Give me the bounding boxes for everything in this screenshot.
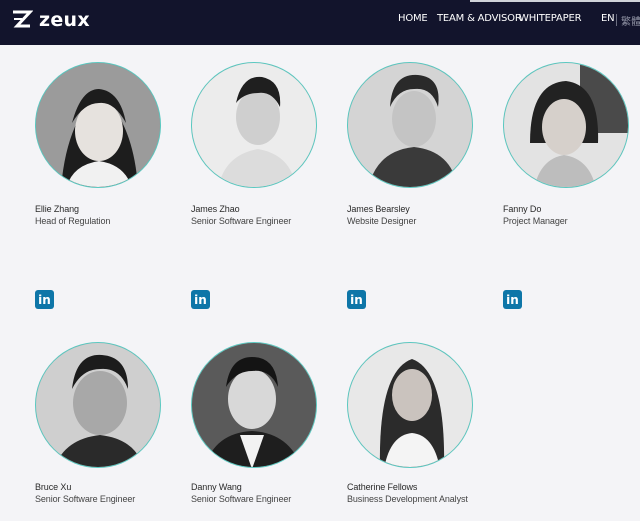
member-name: Ellie Zhang	[35, 204, 79, 214]
avatar	[503, 62, 629, 188]
member-name: Danny Wang	[191, 482, 242, 492]
member-name: Fanny Do	[503, 204, 542, 214]
avatar	[347, 62, 473, 188]
avatar	[35, 342, 161, 468]
avatar	[191, 62, 317, 188]
avatar	[191, 342, 317, 468]
member-role: Senior Software Engineer	[191, 494, 292, 504]
member-role: Project Manager	[503, 216, 568, 226]
portrait-photo	[192, 343, 316, 467]
member-role: Website Designer	[347, 216, 417, 226]
member-name: James Zhao	[191, 204, 240, 214]
portrait-photo	[348, 63, 472, 187]
top-navigation-bar: zeux HOME TEAM & ADVISOR WHITEPAPER EN 繁…	[0, 0, 640, 45]
member-name: Catherine Fellows	[347, 482, 418, 492]
member-role: Senior Software Engineer	[35, 494, 136, 504]
avatar	[35, 62, 161, 188]
language-divider	[616, 14, 617, 26]
portrait-photo	[504, 63, 628, 187]
nav-whitepaper[interactable]: WHITEPAPER	[519, 13, 582, 24]
portrait-photo	[192, 63, 316, 187]
nav-team-advisor[interactable]: TEAM & ADVISOR	[437, 13, 522, 24]
language-en[interactable]: EN	[601, 13, 615, 24]
member-role: Business Development Analyst	[347, 494, 468, 504]
portrait-photo	[348, 343, 472, 467]
member-role: Head of Regulation	[35, 216, 111, 226]
member-name: Bruce Xu	[35, 482, 72, 492]
main-nav: HOME TEAM & ADVISOR WHITEPAPER EN	[0, 13, 640, 29]
linkedin-icon[interactable]: in	[503, 290, 522, 309]
linkedin-icon[interactable]: in	[347, 290, 366, 309]
member-name: James Bearsley	[347, 204, 410, 214]
language-traditional-chinese[interactable]: 繁體	[621, 13, 640, 28]
nav-home[interactable]: HOME	[398, 13, 428, 24]
linkedin-icon[interactable]: in	[191, 290, 210, 309]
portrait-photo	[36, 63, 160, 187]
member-role: Senior Software Engineer	[191, 216, 292, 226]
linkedin-icon[interactable]: in	[35, 290, 54, 309]
portrait-photo	[36, 343, 160, 467]
avatar	[347, 342, 473, 468]
header-accent-line	[470, 0, 640, 2]
